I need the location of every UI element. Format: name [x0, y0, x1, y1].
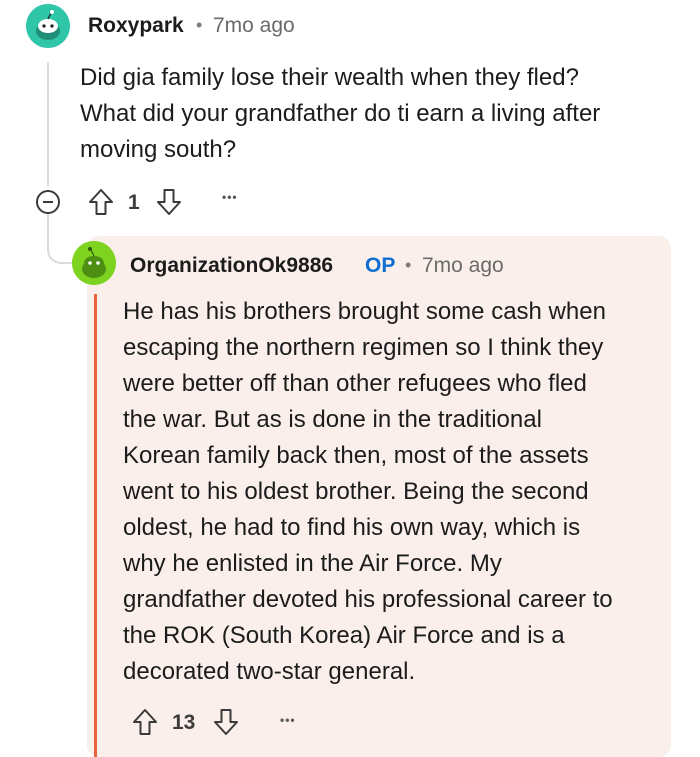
meta-separator: • [405, 255, 412, 275]
comment-line: escaping the northern regimen so I think… [123, 334, 604, 361]
collapse-thread-button[interactable] [36, 190, 60, 214]
comment-timestamp: 7mo ago [422, 254, 504, 277]
comment-line: grandfather devoted his professional car… [123, 586, 613, 613]
more-options-button[interactable]: ••• [222, 190, 238, 204]
upvote-icon[interactable] [88, 188, 114, 216]
downvote-icon[interactable] [213, 708, 239, 736]
vote-count: 13 [172, 711, 196, 734]
comment-line: went to his oldest brother. Being the se… [123, 478, 589, 505]
thread-line [47, 62, 49, 186]
thread-connector [47, 214, 75, 264]
meta-separator: • [196, 15, 203, 35]
op-highlight-bar [94, 294, 97, 757]
comment-line: why he enlisted in the Air Force. My [123, 550, 502, 577]
avatar[interactable] [26, 4, 70, 48]
comment-line: the war. But as is done in the tradition… [123, 406, 542, 433]
more-options-button[interactable]: ••• [280, 713, 296, 727]
vote-count: 1 [128, 191, 140, 214]
comment-line: oldest, he had to find his own way, whic… [123, 514, 581, 541]
comment-line: Did gia family lose their wealth when th… [80, 64, 579, 91]
comment-body: He has his brothers brought some cash wh… [123, 294, 668, 690]
comment-body: Did gia family lose their wealth when th… [80, 60, 680, 168]
avatar[interactable] [72, 241, 116, 285]
comment-line: were better off than other refugees who … [123, 370, 587, 397]
op-badge: OP [365, 254, 396, 277]
upvote-icon[interactable] [132, 708, 158, 736]
snoo-avatar-icon [72, 241, 116, 285]
comment-author[interactable]: Roxypark [88, 14, 184, 38]
snoo-avatar-icon [26, 4, 70, 48]
comment-line: moving south? [80, 136, 237, 163]
comment-author[interactable]: OrganizationOk9886 [130, 254, 333, 278]
downvote-icon[interactable] [156, 188, 182, 216]
comment-timestamp: 7mo ago [213, 14, 295, 37]
comment-line: What did your grandfather do ti earn a l… [80, 100, 601, 127]
comment-line: He has his brothers brought some cash wh… [123, 298, 606, 325]
comment-line: Korean family back then, most of the ass… [123, 442, 589, 469]
comment-line: the ROK (South Korea) Air Force and is a [123, 622, 565, 649]
comment-line: decorated two-star general. [123, 658, 416, 685]
